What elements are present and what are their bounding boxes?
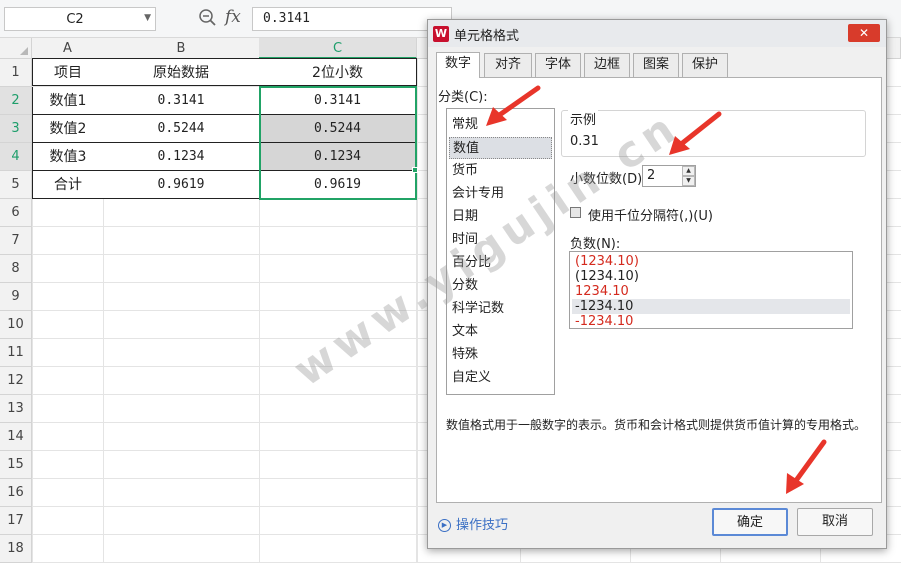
row-header-11[interactable]: 11: [0, 339, 32, 367]
row-header-1[interactable]: 1: [0, 59, 32, 87]
spin-up-icon[interactable]: ▲: [682, 166, 695, 176]
row-header-2[interactable]: 2: [0, 87, 32, 115]
table-cell[interactable]: 0.9619: [259, 171, 417, 199]
negative-numbers-label: 负数(N):: [570, 237, 621, 252]
table-cell[interactable]: 数值1: [32, 87, 104, 115]
category-item[interactable]: 分数: [449, 275, 552, 297]
table-cell[interactable]: 2位小数: [259, 58, 417, 86]
dialog-title: 单元格格式: [454, 29, 520, 44]
fill-handle[interactable]: [412, 167, 418, 173]
tab-font[interactable]: 字体: [535, 53, 581, 77]
category-item[interactable]: 日期: [449, 206, 552, 228]
row-header-13[interactable]: 13: [0, 395, 32, 423]
table-cell[interactable]: 0.9619: [103, 171, 260, 199]
row-header-3[interactable]: 3: [0, 115, 32, 143]
table-cell[interactable]: 0.3141: [103, 87, 260, 115]
table-cell[interactable]: 0.5244: [259, 115, 417, 143]
table-cell[interactable]: 0.3141: [259, 87, 417, 115]
category-label: 分类(C):: [438, 90, 488, 105]
column-header-c[interactable]: C: [259, 38, 417, 59]
ok-button[interactable]: 确定: [712, 508, 788, 536]
name-box[interactable]: C2 ▼: [4, 7, 156, 31]
table-cell[interactable]: 原始数据: [103, 58, 260, 86]
category-item[interactable]: 会计专用: [449, 183, 552, 205]
tips-link-label[interactable]: 操作技巧: [456, 518, 508, 533]
category-item[interactable]: 数值: [449, 137, 552, 159]
row-header-17[interactable]: 17: [0, 507, 32, 535]
category-item[interactable]: 文本: [449, 321, 552, 343]
table-cell[interactable]: 数值3: [32, 143, 104, 171]
negative-numbers-list[interactable]: (1234.10) (1234.10) 1234.10 -1234.10 -1234.1…: [569, 251, 853, 329]
tab-protection[interactable]: 保护: [682, 53, 728, 77]
spin-down-icon[interactable]: ▼: [682, 176, 695, 186]
tab-pattern[interactable]: 图案: [633, 53, 679, 77]
category-item[interactable]: 时间: [449, 229, 552, 251]
tips-link[interactable]: ▶ 操作技巧: [438, 514, 508, 533]
category-item[interactable]: 百分比: [449, 252, 552, 274]
sample-value: 0.31: [570, 134, 599, 149]
sample-label: 示例: [568, 109, 599, 128]
column-header-b[interactable]: B: [103, 38, 260, 59]
wps-logo-icon: W: [433, 26, 449, 42]
table-cell[interactable]: 项目: [32, 58, 104, 86]
negative-format-option[interactable]: (1234.10): [572, 254, 850, 269]
negative-format-option[interactable]: -1234.10: [572, 314, 850, 329]
row-header-15[interactable]: 15: [0, 451, 32, 479]
row-header-5[interactable]: 5: [0, 171, 32, 199]
category-item[interactable]: 科学记数: [449, 298, 552, 320]
table-cell[interactable]: 0.1234: [259, 143, 417, 171]
category-item[interactable]: 货币: [449, 160, 552, 182]
thousands-separator-checkbox[interactable]: [570, 207, 581, 218]
category-item[interactable]: 自定义: [449, 367, 552, 389]
name-box-value: C2: [66, 12, 84, 27]
thousands-separator-label[interactable]: 使用千位分隔符(,)(U): [588, 205, 713, 224]
row-header-18[interactable]: 18: [0, 535, 32, 563]
sample-group: [561, 110, 866, 157]
format-cells-dialog: W 单元格格式 ✕ 数字 对齐 字体 边框 图案 保护 分类(C): 常规 数值货…: [427, 19, 887, 549]
tab-number[interactable]: 数字: [436, 52, 480, 78]
chevron-down-icon[interactable]: ▼: [144, 13, 151, 23]
decimal-places-label: 小数位数(D):: [570, 172, 647, 187]
negative-format-option[interactable]: 1234.10: [572, 284, 850, 299]
select-all-corner[interactable]: [0, 38, 32, 59]
fx-icon[interactable]: fx: [225, 7, 241, 27]
category-list[interactable]: 常规 数值 货币 会计专用 日期 时间 百分比 分数 科学记数 文本 特殊 自定义: [446, 108, 555, 395]
zoom-icon[interactable]: [198, 8, 218, 28]
category-item[interactable]: 常规: [449, 114, 552, 136]
row-header-14[interactable]: 14: [0, 423, 32, 451]
row-header-9[interactable]: 9: [0, 283, 32, 311]
format-description: 数值格式用于一般数字的表示。货币和会计格式则提供货币值计算的专用格式。: [446, 418, 867, 432]
cancel-button[interactable]: 取消: [797, 508, 873, 536]
play-icon: ▶: [438, 519, 451, 532]
row-header-4[interactable]: 4: [0, 143, 32, 171]
table-cell[interactable]: 0.5244: [103, 115, 260, 143]
negative-format-option[interactable]: (1234.10): [572, 269, 850, 284]
tab-border[interactable]: 边框: [584, 53, 630, 77]
table-cell[interactable]: 合计: [32, 171, 104, 199]
dialog-titlebar[interactable]: W 单元格格式 ✕: [428, 20, 886, 47]
table-cell[interactable]: 0.1234: [103, 143, 260, 171]
row-header-7[interactable]: 7: [0, 227, 32, 255]
column-header-a[interactable]: A: [32, 38, 104, 59]
row-header-8[interactable]: 8: [0, 255, 32, 283]
gridline-col: [417, 59, 418, 563]
row-header-12[interactable]: 12: [0, 367, 32, 395]
row-header-16[interactable]: 16: [0, 479, 32, 507]
table-cell[interactable]: 数值2: [32, 115, 104, 143]
row-header-10[interactable]: 10: [0, 311, 32, 339]
close-button[interactable]: ✕: [848, 24, 880, 42]
negative-format-option[interactable]: -1234.10: [572, 299, 850, 314]
formula-input[interactable]: 0.3141: [252, 7, 452, 31]
row-header-6[interactable]: 6: [0, 199, 32, 227]
category-item[interactable]: 特殊: [449, 344, 552, 366]
tab-alignment[interactable]: 对齐: [484, 53, 532, 77]
